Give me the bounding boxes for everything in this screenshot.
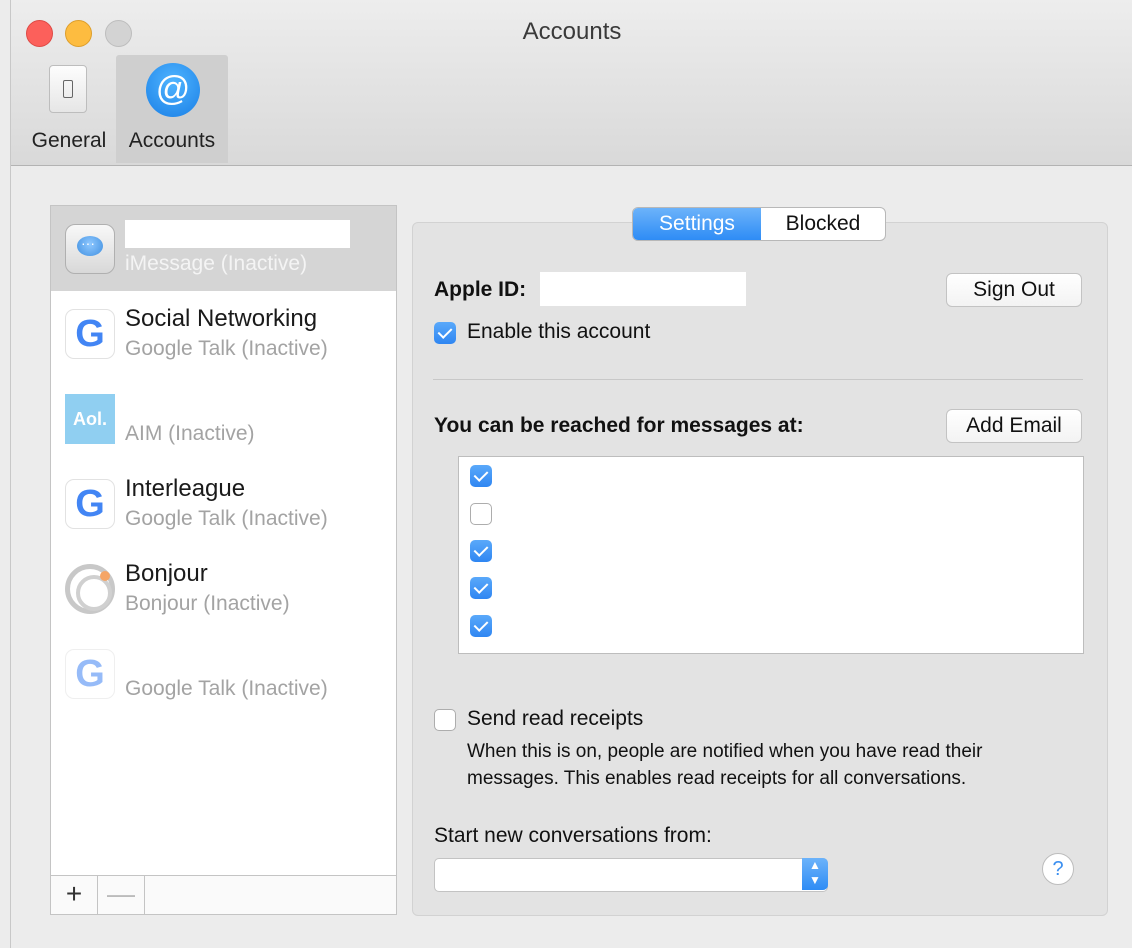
start-conversations-popup[interactable]: ▲ ▼: [434, 858, 828, 892]
apple-id-value: [540, 272, 746, 306]
list-footer: + —: [51, 875, 396, 914]
address-checkbox[interactable]: [470, 503, 492, 525]
account-row-social-networking[interactable]: G Social Networking Google Talk (Inactiv…: [51, 291, 396, 376]
bonjour-icon: [65, 564, 115, 614]
account-subtitle: AIM (Inactive): [125, 422, 255, 445]
account-subtitle: Google Talk (Inactive): [125, 507, 328, 530]
divider: [433, 379, 1083, 380]
reach-label: You can be reached for messages at:: [434, 414, 804, 437]
account-row-aim[interactable]: Aol. AIM (Inactive): [51, 376, 396, 461]
tab-blocked[interactable]: Blocked: [761, 208, 885, 240]
address-checkbox[interactable]: [470, 465, 492, 487]
address-checkbox[interactable]: [470, 540, 492, 562]
apple-id-label: Apple ID:: [434, 278, 527, 301]
read-receipts-label: Send read receipts: [467, 707, 644, 730]
account-name: Social Networking: [125, 305, 318, 332]
account-subtitle: iMessage (Inactive): [125, 252, 308, 275]
address-checkbox[interactable]: [470, 577, 492, 599]
enable-account-checkbox[interactable]: [434, 322, 456, 344]
account-name: [125, 220, 350, 248]
add-account-button[interactable]: +: [51, 876, 98, 914]
account-name: Bonjour: [125, 560, 208, 587]
help-button[interactable]: ?: [1042, 853, 1074, 885]
start-conversations-label: Start new conversations from:: [434, 824, 712, 847]
google-icon: G: [65, 479, 115, 529]
reachable-addresses-list: [458, 456, 1084, 654]
account-row-imessage[interactable]: iMessage (Inactive): [51, 206, 396, 291]
general-switch-icon: [49, 65, 87, 113]
sign-out-button[interactable]: Sign Out: [946, 273, 1082, 307]
address-checkbox[interactable]: [470, 615, 492, 637]
at-sign-icon: @: [146, 63, 200, 117]
google-icon: G: [65, 649, 115, 699]
remove-account-button[interactable]: —: [98, 876, 145, 914]
enable-account-label: Enable this account: [467, 320, 651, 343]
window-title: Accounts: [522, 18, 622, 45]
settings-blocked-segmented-control: Settings Blocked: [632, 207, 886, 241]
read-receipts-checkbox[interactable]: [434, 709, 456, 731]
toolbar-accounts[interactable]: @ Accounts: [116, 55, 228, 163]
toolbar-accounts-label: Accounts: [128, 129, 216, 152]
add-email-button[interactable]: Add Email: [946, 409, 1082, 443]
account-row-google-talk[interactable]: G Google Talk (Inactive): [51, 631, 396, 716]
title-bar: Accounts General @ Accounts: [11, 0, 1132, 166]
toolbar-general[interactable]: General: [19, 55, 119, 163]
accounts-list: iMessage (Inactive) G Social Networking …: [50, 205, 397, 915]
aol-icon: Aol.: [65, 394, 115, 444]
account-row-bonjour[interactable]: Bonjour Bonjour (Inactive): [51, 546, 396, 631]
account-subtitle: Google Talk (Inactive): [125, 677, 328, 700]
read-receipts-description-line-2: messages. This enables read receipts for…: [467, 768, 967, 789]
toolbar-general-label: General: [31, 129, 107, 152]
account-subtitle: Bonjour (Inactive): [125, 592, 290, 615]
tab-settings[interactable]: Settings: [633, 208, 761, 240]
messages-icon: [65, 224, 115, 274]
google-icon: G: [65, 309, 115, 359]
read-receipts-description-line-1: When this is on, people are notified whe…: [467, 741, 983, 762]
account-row-interleague[interactable]: G Interleague Google Talk (Inactive): [51, 461, 396, 546]
account-name: Interleague: [125, 475, 246, 502]
popup-arrows-icon: ▲ ▼: [802, 858, 828, 890]
account-subtitle: Google Talk (Inactive): [125, 337, 328, 360]
